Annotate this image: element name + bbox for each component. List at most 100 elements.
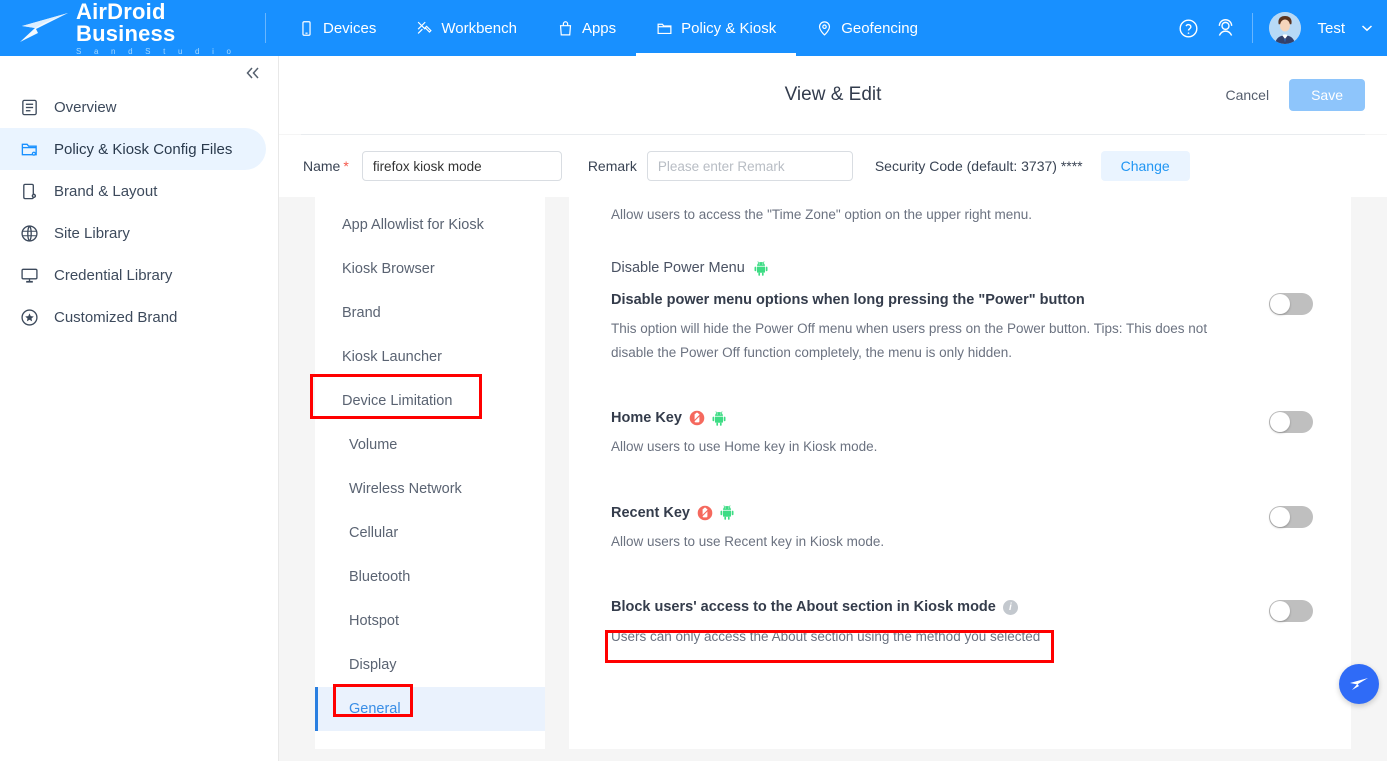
nav-item-devices[interactable]: Devices (278, 0, 396, 56)
setting-section-recent-key: Recent Key Allow users to use Recent key… (611, 459, 1313, 554)
save-button[interactable]: Save (1289, 79, 1365, 111)
nav-item-workbench[interactable]: Workbench (396, 0, 537, 56)
nav-item-apps[interactable]: Apps (537, 0, 636, 56)
avatar[interactable] (1269, 12, 1302, 44)
subnav-item-brand[interactable]: Brand (315, 291, 545, 335)
toggle-disable-power-menu[interactable] (1269, 293, 1313, 315)
option-title: Block users' access to the About section… (611, 596, 1018, 618)
star-circle-icon (21, 308, 38, 326)
topbar-right-actions: Test (1178, 12, 1387, 44)
feedback-fab-button[interactable] (1339, 664, 1379, 704)
option-description: Allow users to use Recent key in Kiosk m… (611, 534, 885, 550)
toggle-knob (1270, 411, 1290, 432)
airdroid-arrow-logo-icon (18, 11, 70, 45)
subnav-item-display[interactable]: Display (315, 643, 545, 687)
panel-header: View & Edit Cancel Save (279, 56, 1387, 134)
subnav-label: General (349, 701, 401, 717)
double-chevron-left-icon (246, 67, 259, 79)
sidebar-item-policy-kiosk-config-files[interactable]: Policy & Kiosk Config Files (0, 128, 266, 170)
red-device-badge-icon (689, 410, 705, 426)
subnav-label: Kiosk Launcher (342, 349, 442, 365)
section-label: Disable Power Menu (611, 260, 1313, 276)
folder-gear-icon (21, 143, 37, 156)
sidebar-item-site-library[interactable]: Site Library (0, 212, 266, 254)
subnav-item-general[interactable]: General (315, 687, 545, 731)
tools-icon (418, 21, 433, 34)
logo-subtitle: S a n d S t u d i o (76, 46, 237, 56)
nav-item-policy-kiosk[interactable]: Policy & Kiosk (636, 0, 797, 56)
document-icon (22, 99, 37, 115)
paper-plane-icon (1350, 678, 1368, 690)
name-input[interactable] (361, 151, 562, 181)
subnav-item-wireless-network[interactable]: Wireless Network (315, 467, 545, 511)
page-title: View & Edit (784, 84, 882, 105)
subnav-item-hotspot[interactable]: Hotspot (315, 599, 545, 643)
question-circle-icon[interactable] (1178, 18, 1199, 39)
chevron-down-icon[interactable] (1361, 24, 1373, 32)
config-form-row: Name* Remark Security Code (default: 373… (279, 135, 1387, 197)
remark-input[interactable] (646, 151, 853, 181)
nav-label: Devices (323, 19, 377, 37)
option-title: Home Key (611, 407, 726, 429)
headset-icon[interactable] (1215, 18, 1236, 39)
toggle-block-about[interactable] (1269, 600, 1313, 623)
toggle-knob (1270, 506, 1290, 527)
config-subnav: App Allowlist for Kiosk Kiosk Browser Br… (315, 197, 545, 749)
toggle-knob (1270, 601, 1290, 622)
sidebar-collapse-button[interactable] (240, 60, 266, 86)
section-label-text: Disable Power Menu (611, 260, 745, 276)
sidebar-item-credential-library[interactable]: Credential Library (0, 254, 266, 296)
sidebar-item-label: Customized Brand (54, 308, 178, 326)
body-area: App Allowlist for Kiosk Kiosk Browser Br… (279, 197, 1387, 761)
name-label: Name * (303, 158, 349, 174)
setting-option-row: Recent Key Allow users to use Recent key… (611, 502, 1313, 554)
android-robot-icon (754, 260, 768, 276)
subnav-label: Bluetooth (349, 569, 411, 585)
option-description: Users can only access the About section … (611, 628, 1041, 644)
settings-content-card: Allow users to access the "Time Zone" op… (569, 197, 1351, 749)
subnav-label: Display (349, 657, 397, 673)
globe-icon (21, 224, 38, 242)
toggle-recent-key[interactable] (1269, 505, 1313, 528)
phone-icon (302, 20, 311, 36)
option-title-text: Disable power menu options when long pre… (611, 292, 1085, 308)
option-title: Disable power menu options when long pre… (611, 289, 1085, 311)
setting-section-disable-power-menu: Disable Power Menu Disable power menu op… (611, 222, 1313, 364)
toggle-home-key[interactable] (1269, 410, 1313, 433)
info-icon[interactable]: i (1002, 600, 1018, 616)
sidebar-item-customized-brand[interactable]: Customized Brand (0, 296, 266, 338)
option-description: Allow users to use Home key in Kiosk mod… (611, 439, 878, 455)
subnav-label: Brand (342, 305, 381, 321)
subnav-item-cellular[interactable]: Cellular (315, 511, 545, 555)
subnav-item-bluetooth[interactable]: Bluetooth (315, 555, 545, 599)
subnav-item-kiosk-launcher[interactable]: Kiosk Launcher (315, 335, 545, 379)
security-code-label: Security Code (default: 3737) **** (874, 158, 1083, 174)
sidebar-item-label: Site Library (54, 224, 130, 242)
subnav-item-device-limitation[interactable]: Device Limitation (315, 379, 545, 423)
logo-title: AirDroid Business (76, 0, 176, 46)
subnav-item-volume[interactable]: Volume (315, 423, 545, 467)
sidebar-menu: Overview Policy & Kiosk Config Files Bra… (0, 56, 278, 338)
sidebar-item-overview[interactable]: Overview (0, 86, 266, 128)
option-title-text: Recent Key (611, 504, 690, 521)
option-title-text: Block users' access to the About section… (611, 599, 996, 616)
option-title-text: Home Key (611, 409, 682, 426)
sidebar-item-label: Brand & Layout (54, 182, 158, 200)
nav-item-geofencing[interactable]: Geofencing (796, 0, 938, 56)
android-robot-icon (712, 410, 726, 426)
sidebar-item-brand-layout[interactable]: Brand & Layout (0, 170, 266, 212)
sidebar: Overview Policy & Kiosk Config Files Bra… (0, 56, 279, 761)
setting-option-row: Home Key Allow users to use Home key in … (611, 407, 1313, 459)
red-device-badge-icon (697, 505, 713, 521)
cancel-button[interactable]: Cancel (1219, 83, 1275, 107)
subnav-item-app-allowlist-for-kiosk[interactable]: App Allowlist for Kiosk (315, 203, 545, 247)
change-security-code-button[interactable]: Change (1100, 151, 1190, 181)
subnav-label: Kiosk Browser (342, 261, 435, 277)
subnav-item-kiosk-browser[interactable]: Kiosk Browser (315, 247, 545, 291)
user-name[interactable]: Test (1317, 20, 1345, 37)
setting-section-home-key: Home Key Allow users to use Home key in … (611, 364, 1313, 459)
location-pin-icon (819, 20, 831, 36)
nav-label: Policy & Kiosk (681, 19, 777, 37)
subnav-label: Volume (349, 437, 398, 453)
brand-logo[interactable]: AirDroid Business S a n d S t u d i o (0, 0, 265, 56)
